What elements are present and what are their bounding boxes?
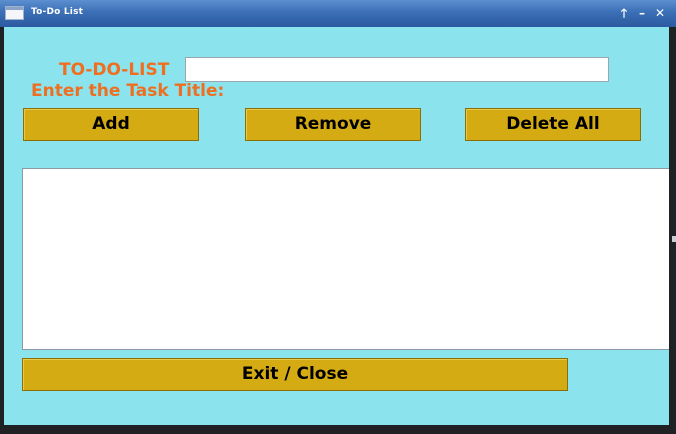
app-window: To-Do List 🡑 – ✕ TO-DO-LIST Enter the Ta… bbox=[0, 0, 676, 434]
window-title: To-Do List bbox=[31, 7, 84, 17]
window-bottom-border bbox=[0, 425, 676, 434]
delete-all-button[interactable]: Delete All bbox=[465, 108, 641, 141]
task-title-input[interactable] bbox=[185, 57, 609, 82]
window-icon bbox=[5, 6, 24, 20]
client-area: TO-DO-LIST Enter the Task Title: Add Rem… bbox=[4, 27, 669, 425]
resize-handle[interactable] bbox=[672, 236, 676, 242]
task-title-label: Enter the Task Title: bbox=[31, 81, 225, 101]
maximize-icon[interactable]: 🡑 bbox=[616, 5, 632, 21]
remove-button[interactable]: Remove bbox=[245, 108, 421, 141]
exit-close-button[interactable]: Exit / Close bbox=[22, 358, 568, 391]
window-right-border bbox=[669, 27, 676, 434]
close-icon[interactable]: ✕ bbox=[652, 5, 668, 21]
minimize-icon[interactable]: – bbox=[634, 5, 650, 21]
add-button[interactable]: Add bbox=[23, 108, 199, 141]
title-bar[interactable]: To-Do List 🡑 – ✕ bbox=[0, 0, 676, 27]
app-heading: TO-DO-LIST bbox=[59, 60, 170, 80]
task-list[interactable] bbox=[22, 168, 669, 350]
